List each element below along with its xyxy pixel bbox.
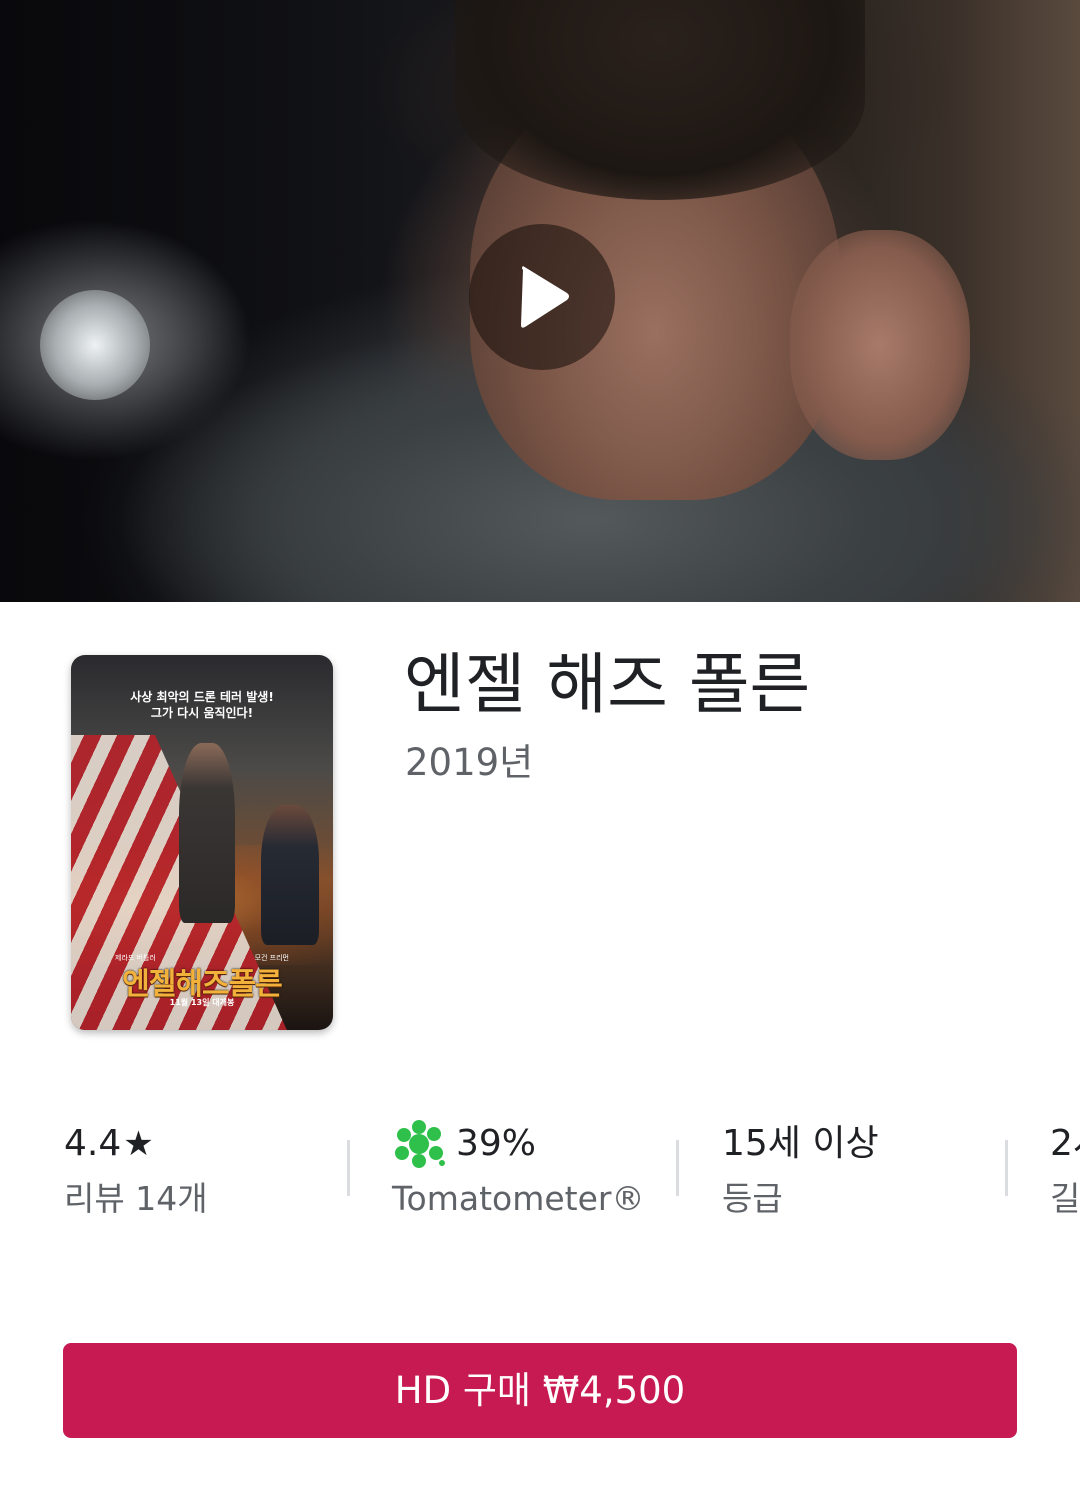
stat-length[interactable]: 2시 길 [1050, 1118, 1080, 1228]
stat-age-rating[interactable]: 15세 이상 등급 [722, 1118, 879, 1228]
movie-detail-page: 사상 최악의 드론 테러 발생! 그가 다시 움직인다! 제라드 버틀러 모건 … [0, 0, 1080, 1497]
hero-hand [790, 230, 970, 460]
play-trailer-button[interactable] [469, 224, 615, 370]
stat-divider [347, 1140, 350, 1196]
trailer-hero[interactable] [0, 0, 1080, 602]
poster-figure-main [179, 743, 235, 923]
movie-poster[interactable]: 사상 최악의 드론 테러 발생! 그가 다시 움직인다! 제라드 버틀러 모건 … [71, 655, 333, 1030]
play-icon [521, 266, 569, 328]
stat-tomatometer[interactable]: 39% Tomatometer® [392, 1118, 645, 1228]
rating-value: 4.4 ★ [64, 1118, 208, 1170]
tomatometer-label: Tomatometer® [392, 1179, 645, 1218]
buy-hd-button[interactable]: HD 구매 ₩4,500 [63, 1343, 1017, 1438]
hero-light [40, 290, 150, 400]
star-icon: ★ [123, 1124, 154, 1164]
age-rating-value: 15세 이상 [722, 1123, 879, 1164]
age-rating-label: 등급 [722, 1179, 783, 1218]
review-count: 리뷰 14개 [64, 1179, 208, 1218]
hero-hair [455, 0, 865, 200]
length-label: 길 [1050, 1179, 1080, 1218]
poster-figure-second [261, 805, 319, 945]
length-value: 2시 [1050, 1123, 1080, 1164]
poster-tagline: 사상 최악의 드론 테러 발생! 그가 다시 움직인다! [130, 690, 274, 720]
tomatometer-value: 39% [392, 1118, 645, 1170]
poster-date: 11월 13일 대개봉 [169, 998, 235, 1007]
stat-divider [1005, 1140, 1008, 1196]
release-year: 2019년 [405, 741, 534, 784]
stat-divider [676, 1140, 679, 1196]
stat-rating[interactable]: 4.4 ★ 리뷰 14개 [64, 1118, 208, 1228]
movie-title: 엔젤 해즈 폴른 [404, 646, 811, 723]
splat-icon [395, 1120, 445, 1168]
